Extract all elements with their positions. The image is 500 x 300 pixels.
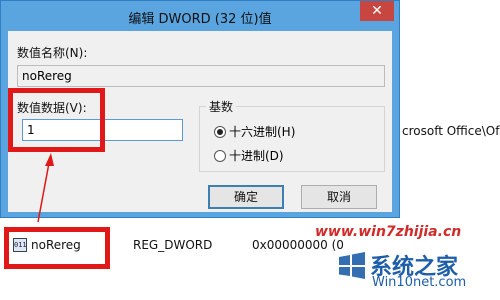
radio-decimal-label: 十进制(D): [229, 149, 284, 163]
registry-row-highlight: [4, 227, 110, 269]
registry-row-data: 0x00000000 (0: [252, 238, 344, 252]
watermark-sub: Win10net.com: [372, 275, 467, 290]
ok-button[interactable]: 确定: [208, 185, 284, 209]
radio-hexadecimal[interactable]: 十六进制(H): [214, 123, 295, 140]
value-name-field: noRereg: [17, 65, 385, 87]
cancel-button[interactable]: 取消: [301, 185, 377, 209]
watermark-site: www.win7zhijia.cn: [315, 224, 462, 240]
base-group-label: 基数: [206, 98, 237, 115]
dialog-title: 编辑 DWORD (32 位)值: [128, 12, 272, 27]
value-data-highlight: [8, 88, 105, 152]
radio-checked-icon: [214, 126, 226, 138]
windows-logo-icon: [339, 252, 365, 279]
close-button[interactable]: ✕: [360, 1, 394, 21]
value-name-label: 数值名称(N):: [17, 46, 88, 60]
base-group: 基数 十六进制(H) 十进制(D): [199, 98, 385, 172]
registry-row-type: REG_DWORD: [133, 238, 213, 252]
registry-path-text: crosoft Office\Of: [402, 124, 500, 138]
dialog-titlebar[interactable]: 编辑 DWORD (32 位)值 ✕: [1, 1, 399, 31]
radio-decimal[interactable]: 十进制(D): [214, 147, 284, 164]
radio-hexadecimal-label: 十六进制(H): [229, 125, 296, 139]
radio-unchecked-icon: [214, 150, 226, 162]
